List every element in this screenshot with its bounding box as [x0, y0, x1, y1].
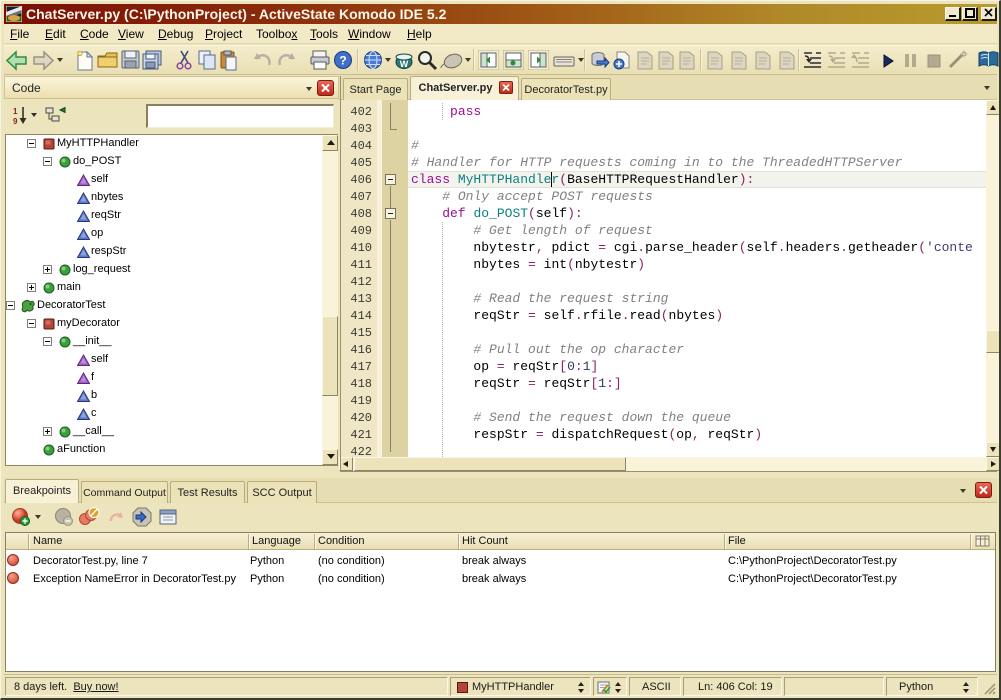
svg-text:?: ? [339, 54, 346, 68]
svg-text:W: W [400, 59, 409, 69]
svg-text:1: 1 [13, 107, 18, 116]
svg-text:9: 9 [13, 117, 18, 126]
